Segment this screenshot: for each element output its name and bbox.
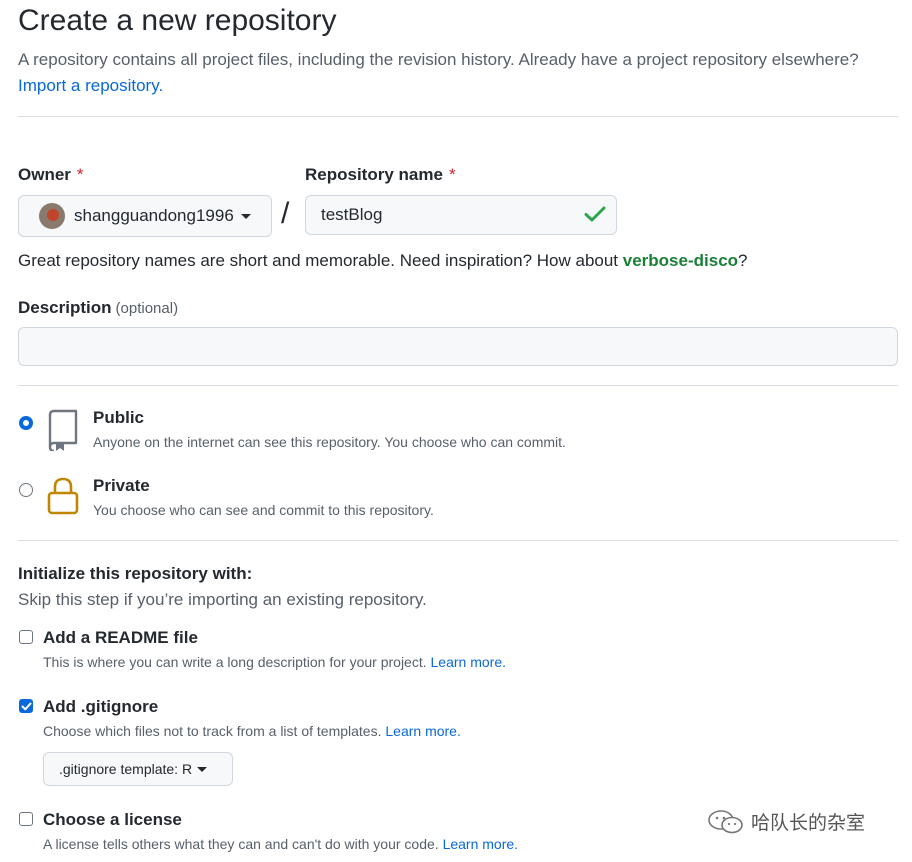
gitignore-label: Add .gitignore	[43, 697, 159, 716]
divider	[18, 116, 898, 117]
private-option-desc: You choose who can see and commit to thi…	[93, 502, 434, 518]
wechat-icon	[708, 809, 743, 833]
required-mark: *	[76, 165, 84, 184]
license-checkbox[interactable]	[19, 812, 33, 826]
repo-name-label-text: Repository name	[305, 165, 443, 184]
chevron-down-icon	[197, 766, 208, 772]
license-desc: A license tells others what they can and…	[43, 836, 518, 852]
repo-name-hint: Great repository names are short and mem…	[18, 251, 748, 271]
readme-learn-more-link[interactable]: Learn more.	[431, 654, 506, 670]
optional-note: (optional)	[115, 300, 179, 317]
owner-repo-separator: /	[281, 197, 290, 230]
owner-label: Owner *	[18, 165, 84, 185]
description-input[interactable]	[18, 327, 898, 366]
owner-name: shangguandong1996	[74, 206, 234, 225]
public-option-title: Public	[93, 408, 145, 427]
repo-name-label: Repository name *	[305, 165, 456, 185]
owner-label-text: Owner	[18, 165, 71, 184]
check-icon	[584, 206, 606, 222]
intro-text: A repository contains all project files,…	[18, 50, 859, 69]
required-mark: *	[448, 165, 456, 184]
divider	[18, 385, 898, 386]
gitignore-learn-more-link[interactable]: Learn more.	[385, 723, 460, 739]
gitignore-checkbox[interactable]	[19, 699, 33, 713]
hint-suffix: ?	[738, 251, 748, 270]
divider	[18, 540, 898, 541]
readme-desc: This is where you can write a long descr…	[43, 654, 506, 670]
gitignore-template-select[interactable]: .gitignore template: R	[43, 752, 233, 786]
public-radio[interactable]	[19, 416, 33, 430]
hint-text: Great repository names are short and mem…	[18, 251, 623, 270]
suggested-name-link[interactable]: verbose-disco	[623, 251, 738, 270]
public-option-desc: Anyone on the internet can see this repo…	[93, 434, 566, 450]
repo-book-icon	[48, 409, 78, 451]
lock-icon	[47, 477, 79, 515]
license-label: Choose a license	[43, 810, 182, 829]
description-label-text: Description	[18, 298, 112, 317]
watermark: 哈队长的杂室	[707, 808, 865, 835]
readme-desc-text: This is where you can write a long descr…	[43, 654, 427, 670]
gitignore-desc-text: Choose which files not to track from a l…	[43, 723, 382, 739]
gitignore-desc: Choose which files not to track from a l…	[43, 723, 461, 739]
initialize-subtitle: Skip this step if you’re importing an ex…	[18, 590, 427, 609]
page-intro: A repository contains all project files,…	[18, 47, 898, 99]
repo-name-input[interactable]	[305, 195, 617, 235]
check-icon	[21, 702, 31, 710]
page-title: Create a new repository	[18, 4, 337, 37]
private-radio[interactable]	[19, 483, 33, 497]
gitignore-template-value: .gitignore template: R	[59, 761, 193, 777]
readme-checkbox[interactable]	[19, 630, 33, 644]
description-label: Description (optional)	[18, 298, 178, 318]
license-desc-text: A license tells others what they can and…	[43, 836, 439, 852]
initialize-title: Initialize this repository with:	[18, 564, 253, 583]
import-repository-link[interactable]: Import a repository.	[18, 76, 163, 95]
readme-label: Add a README file	[43, 628, 198, 647]
license-learn-more-link[interactable]: Learn more.	[443, 836, 518, 852]
avatar	[39, 203, 65, 229]
chevron-down-icon	[240, 213, 251, 219]
owner-select[interactable]: shangguandong1996	[18, 195, 272, 237]
private-option-title: Private	[93, 476, 150, 495]
watermark-text: 哈队长的杂室	[751, 813, 866, 834]
